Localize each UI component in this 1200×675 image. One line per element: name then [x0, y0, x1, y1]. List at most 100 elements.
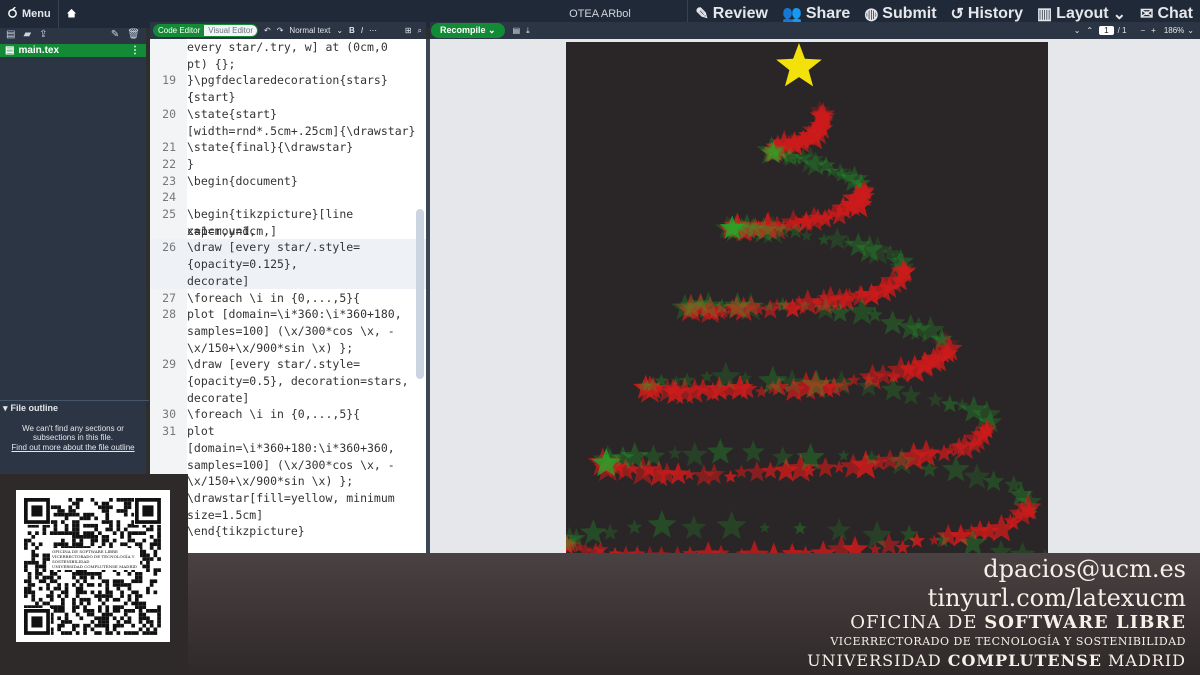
decoration-star: [1009, 541, 1036, 553]
decoration-star: [927, 391, 944, 407]
code-line[interactable]: {opacity=0.125}, decoration=stars,: [150, 256, 426, 288]
page-number-input[interactable]: 1: [1099, 26, 1114, 35]
code-editor-tab[interactable]: Code Editor: [154, 25, 205, 36]
pdf-preview[interactable]: [430, 39, 1200, 553]
decoration-star: [739, 540, 770, 553]
decoration-star: [800, 229, 814, 242]
new-folder-icon[interactable]: ▰: [23, 29, 31, 40]
decoration-star: [667, 445, 683, 460]
code-line[interactable]: \x/150+\x/900*sin \x) };: [150, 340, 426, 357]
code-line[interactable]: samples=100] (\x/300*cos \x, -: [150, 323, 426, 340]
university-tail: MADRID: [1101, 651, 1186, 670]
decoration-star: [716, 510, 747, 540]
editor-mode-toggle[interactable]: Code Editor Visual Editor: [153, 24, 259, 37]
code-line[interactable]: {: [150, 89, 426, 106]
code-text: \draw [every star/.style=: [187, 357, 361, 372]
christmas-tree-figure: [566, 43, 1047, 553]
upload-icon[interactable]: ⇪: [39, 29, 47, 40]
line-number: 20: [162, 106, 176, 121]
zoom-out-icon[interactable]: −: [1140, 26, 1145, 35]
rename-icon[interactable]: ✎: [111, 29, 119, 40]
document-icon[interactable]: ▤: [513, 26, 521, 35]
code-line[interactable]: size=1.5cm]: [150, 507, 426, 524]
code-line[interactable]: decorate]: [150, 272, 426, 290]
code-line[interactable]: 19}\pgfdeclaredecoration{stars}{start}: [150, 72, 426, 104]
decoration-star: [580, 518, 607, 545]
code-line[interactable]: 31 plot: [150, 423, 426, 440]
code-text: samples=100] (\x/300*cos \x, -: [187, 323, 395, 338]
decoration-star: [793, 521, 807, 535]
visual-editor-tab[interactable]: Visual Editor: [204, 25, 258, 36]
code-line[interactable]: 25 \begin{tikzpicture}[line cap=round,: [150, 206, 426, 238]
file-tree-toolbar: ▤ ▰ ⇪ ✎ 🗑: [0, 28, 146, 40]
code-line[interactable]: decorate]: [150, 390, 426, 407]
menu-button[interactable]: Menu: [0, 0, 58, 28]
recompile-button[interactable]: Recompile ⌄: [431, 23, 505, 38]
download-icon[interactable]: ⤓: [526, 26, 530, 36]
code-line[interactable]: {opacity=0.5}, decoration=stars,: [150, 373, 426, 390]
file-name: main.tex: [18, 45, 60, 56]
code-text: [width=rnd*.5cm+.25cm]{\drawstar}: [187, 123, 416, 138]
code-line[interactable]: [150, 540, 426, 553]
code-line[interactable]: 26 \draw [every star/.style=: [150, 239, 426, 257]
code-line[interactable]: 29 \draw [every star/.style=: [150, 356, 426, 373]
zoom-in-icon[interactable]: +: [1151, 26, 1156, 35]
decoration-star: [837, 449, 850, 461]
bold-button[interactable]: B: [349, 26, 355, 35]
code-editor[interactable]: every star/.try, w] at (0cm,0 pt) {}; 19}\…: [150, 39, 426, 553]
new-file-icon[interactable]: ▤: [6, 29, 15, 40]
redo-icon[interactable]: ↷: [277, 26, 284, 35]
code-text: \state{start}: [187, 106, 278, 121]
code-line[interactable]: 28 plot [domain=\i*360:\i*360+180,: [150, 306, 426, 323]
code-text: decorate]: [187, 390, 250, 405]
file-icon: ▤: [5, 45, 15, 56]
code-line[interactable]: pt) {};: [150, 56, 426, 73]
file-outline-header[interactable]: ▾ File outline: [0, 400, 149, 415]
code-line[interactable]: \end{tikzpicture}: [150, 523, 426, 540]
code-line[interactable]: [domain=\i*360+180:\i*360+360,: [150, 440, 426, 457]
code-line[interactable]: 24: [150, 189, 426, 206]
code-line[interactable]: \x/150+\x/900*sin \x) };: [150, 473, 426, 490]
search-icon[interactable]: ⌕: [418, 26, 426, 36]
page-prev-icon[interactable]: ⌄: [1074, 26, 1081, 35]
more-icon[interactable]: ⋯: [369, 26, 377, 35]
zoom-level[interactable]: 186%: [1164, 26, 1184, 35]
line-number: 22: [162, 156, 176, 171]
code-line[interactable]: 20 \state{start}: [150, 106, 426, 123]
italic-button[interactable]: I: [361, 26, 363, 35]
code-text: \foreach \i in {0,...,5}{: [187, 290, 361, 305]
history-label: History: [967, 5, 1024, 22]
contact-email: dpacios@ucm.es: [983, 555, 1186, 583]
home-button[interactable]: [59, 0, 84, 28]
code-line[interactable]: samples=100] (\x/300*cos \x, -: [150, 457, 426, 474]
code-line[interactable]: 21 \state{final}{\drawstar}: [150, 139, 426, 156]
code-line[interactable]: 22}: [150, 156, 426, 173]
share-icon: 👥: [781, 6, 802, 23]
editor-scrollbar[interactable]: [416, 209, 424, 379]
code-line[interactable]: [width=rnd*.5cm+.25cm]{\drawstar}: [150, 123, 426, 140]
decoration-star: [647, 509, 677, 538]
line-number: 24: [162, 190, 176, 205]
code-line[interactable]: every star/.try, w] at (0cm,0: [150, 39, 426, 56]
history-icon: ↺: [950, 6, 964, 23]
code-text: every star/.try, w] at (0cm,0: [187, 40, 388, 54]
page-next-icon[interactable]: ⌃: [1086, 26, 1093, 35]
code-line[interactable]: x=1cm,y=1cm,]: [150, 223, 426, 240]
code-line[interactable]: 23 \begin{document}: [150, 173, 426, 190]
code-line[interactable]: \drawstar[fill=yellow, minimum: [150, 490, 426, 507]
qr-caption: OFICINA DE SOFTWARE LIBRE VICERRECTORADO…: [50, 548, 140, 570]
code-text: \state{final}{\drawstar}: [187, 140, 354, 155]
file-item-main-tex[interactable]: ▤ main.tex ⋮: [0, 44, 146, 57]
decoration-star: [879, 310, 906, 335]
toolbar-icon-a[interactable]: ⊞: [405, 26, 412, 35]
text-style-select[interactable]: Normal text: [289, 26, 330, 35]
code-text: \end{tikzpicture}: [187, 524, 305, 539]
undo-icon[interactable]: ↶: [264, 26, 271, 35]
code-line[interactable]: 30 \foreach \i in {0,...,5}{: [150, 406, 426, 423]
delete-icon[interactable]: 🗑: [127, 29, 140, 40]
code-line[interactable]: 27 \foreach \i in {0,...,5}{: [150, 290, 426, 307]
decoration-star: [781, 542, 803, 553]
kebab-menu-icon[interactable]: ⋮: [130, 45, 146, 56]
decoration-star: [900, 384, 922, 405]
outline-help-link[interactable]: Find out more about the file outline: [8, 443, 138, 452]
